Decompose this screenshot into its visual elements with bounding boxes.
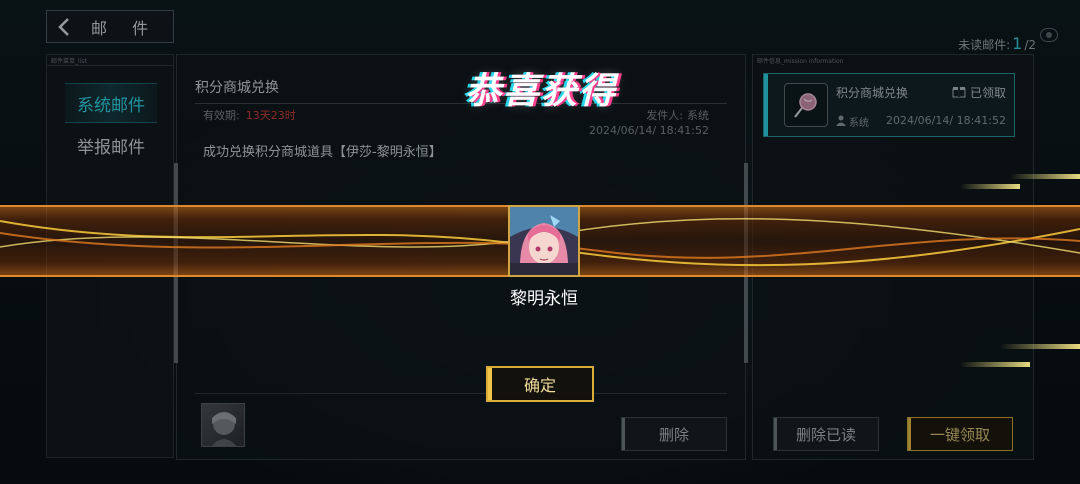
reward-item-portrait <box>508 205 580 277</box>
light-streak <box>960 184 1020 189</box>
reward-title: 恭喜获得 <box>464 71 617 112</box>
light-streak <box>1010 174 1080 179</box>
light-streak <box>960 362 1030 367</box>
light-streak <box>1000 344 1080 349</box>
confirm-button[interactable]: 确定 <box>486 366 594 402</box>
reward-item-name: 黎明永恒 <box>510 289 578 309</box>
